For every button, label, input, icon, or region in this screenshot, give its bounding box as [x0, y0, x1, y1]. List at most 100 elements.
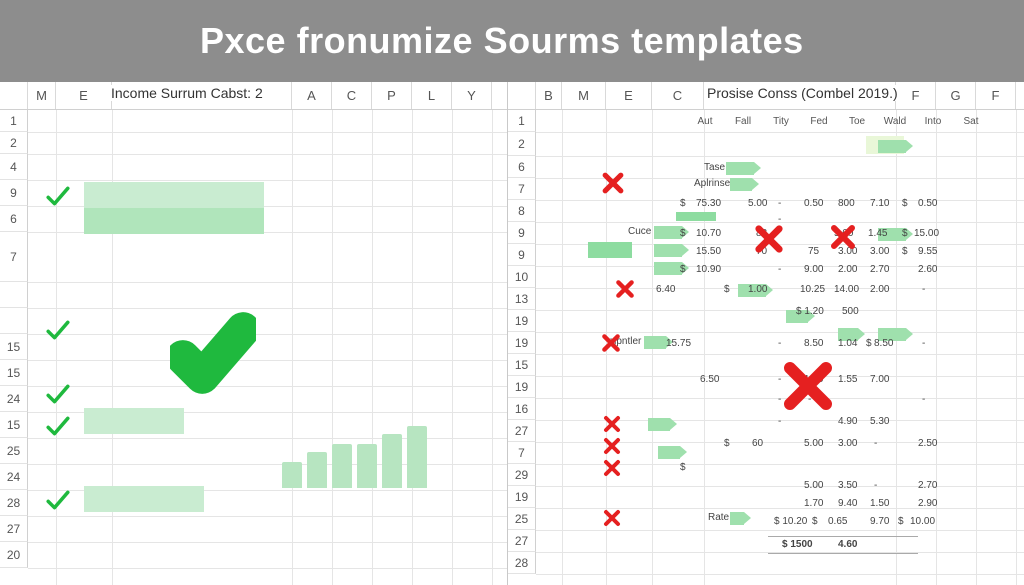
- cell-value[interactable]: 15.50: [696, 246, 721, 257]
- col-header-cell[interactable]: B: [536, 82, 562, 109]
- row-header-cell[interactable]: 27: [508, 530, 536, 552]
- cell-value[interactable]: 8.50: [874, 338, 893, 349]
- cell-value[interactable]: 4.90: [838, 416, 857, 427]
- row-header-cell[interactable]: 27: [508, 420, 536, 442]
- cell-value[interactable]: 2.70: [870, 264, 889, 275]
- cell-value[interactable]: 5.00: [804, 480, 823, 491]
- cell-label[interactable]: Rate: [708, 512, 729, 523]
- cell-label[interactable]: Aplrinse: [694, 178, 730, 189]
- highlighted-cell[interactable]: [84, 208, 264, 234]
- cell-value[interactable]: 1.70: [804, 498, 823, 509]
- row-header-cell[interactable]: 9: [508, 244, 536, 266]
- row-header-cell[interactable]: 19: [508, 310, 536, 332]
- cell-value[interactable]: 1.45: [868, 228, 887, 239]
- cell-value[interactable]: -: [778, 264, 781, 275]
- row-header-cell[interactable]: 6: [0, 206, 28, 232]
- cell-value[interactable]: $: [680, 462, 686, 473]
- col-header-cell[interactable]: F: [976, 82, 1016, 109]
- cell-value[interactable]: 5.00: [804, 438, 823, 449]
- cell-label[interactable]: Tase: [704, 162, 725, 173]
- row-header-cell[interactable]: 4: [0, 154, 28, 180]
- row-header-cell[interactable]: 7: [0, 232, 28, 282]
- right-spreadsheet[interactable]: BMECFGF Prosise Conss (Combel 2019.) 126…: [508, 82, 1024, 585]
- col-header-cell[interactable]: G: [936, 82, 976, 109]
- cell-value[interactable]: 1.55: [838, 374, 857, 385]
- cell-value[interactable]: 7.10: [870, 198, 889, 209]
- cell-value[interactable]: 800: [838, 198, 855, 209]
- row-header-cell[interactable]: 19: [508, 486, 536, 508]
- row-header-cell[interactable]: 25: [0, 438, 28, 464]
- row-header-cell[interactable]: 7: [508, 442, 536, 464]
- cell-value[interactable]: 10.90: [696, 264, 721, 275]
- cell-value[interactable]: 8.50: [804, 338, 823, 349]
- cell-value[interactable]: -: [922, 284, 925, 295]
- row-header-cell[interactable]: [0, 308, 28, 334]
- col-header-cell[interactable]: Y: [452, 82, 492, 109]
- row-header-cell[interactable]: 15: [0, 360, 28, 386]
- cell-value[interactable]: 10.00: [910, 516, 935, 527]
- cell-value[interactable]: -: [874, 438, 877, 449]
- cell-value[interactable]: -: [874, 480, 877, 491]
- cell-value[interactable]: $: [902, 198, 908, 209]
- total-value[interactable]: $ 1500: [782, 539, 813, 550]
- row-header-cell[interactable]: 25: [508, 508, 536, 530]
- cell-value[interactable]: 9.40: [838, 498, 857, 509]
- col-header-cell[interactable]: F: [896, 82, 936, 109]
- cell-value[interactable]: 2.00: [838, 264, 857, 275]
- cell-value[interactable]: 9.55: [918, 246, 937, 257]
- col-header-cell[interactable]: C: [332, 82, 372, 109]
- cell-value[interactable]: 1.04: [838, 338, 857, 349]
- row-header-cell[interactable]: 28: [0, 490, 28, 516]
- cell-value[interactable]: $: [680, 198, 686, 209]
- cell-value[interactable]: 15.00: [914, 228, 939, 239]
- highlighted-cell[interactable]: [84, 486, 204, 512]
- row-header-cell[interactable]: 15: [0, 334, 28, 360]
- cell-value[interactable]: 3.50: [838, 480, 857, 491]
- row-header-cell[interactable]: 15: [508, 354, 536, 376]
- row-header-cell[interactable]: 1: [0, 110, 28, 132]
- cell-value[interactable]: 2.70: [918, 480, 937, 491]
- cell-value[interactable]: 2.60: [918, 264, 937, 275]
- cell-value[interactable]: $: [680, 264, 686, 275]
- cell-value[interactable]: 10.25: [800, 284, 825, 295]
- cell-value[interactable]: 10.70: [696, 228, 721, 239]
- row-header-cell[interactable]: [0, 282, 28, 308]
- left-spreadsheet[interactable]: MEACPLY Income Surrum Cabst: 2 124967151…: [0, 82, 508, 585]
- row-header-cell[interactable]: 29: [508, 464, 536, 486]
- cell-value[interactable]: 2.50: [918, 438, 937, 449]
- row-header-cell[interactable]: 27: [0, 516, 28, 542]
- row-header-cell[interactable]: 7: [508, 178, 536, 200]
- row-header-cell[interactable]: 15: [0, 412, 28, 438]
- row-header-cell[interactable]: 9: [0, 180, 28, 206]
- row-header-cell[interactable]: 2: [0, 132, 28, 154]
- cell-value[interactable]: 5.30: [870, 416, 889, 427]
- cell-value[interactable]: 9.70: [870, 516, 889, 527]
- col-header-cell[interactable]: M: [562, 82, 606, 109]
- row-header-cell[interactable]: 20: [0, 542, 28, 568]
- col-header-cell[interactable]: E: [56, 82, 112, 109]
- cell-value[interactable]: 0.65: [828, 516, 847, 527]
- total-value[interactable]: 4.60: [838, 539, 857, 550]
- row-header-cell[interactable]: 13: [508, 288, 536, 310]
- col-header-cell[interactable]: E: [606, 82, 652, 109]
- cell-value[interactable]: $: [680, 228, 686, 239]
- row-header-cell[interactable]: 6: [508, 156, 536, 178]
- row-header-cell[interactable]: 9: [508, 222, 536, 244]
- cell-value[interactable]: -: [778, 338, 781, 349]
- cell-value[interactable]: 6.50: [700, 374, 719, 385]
- cell-value[interactable]: 75: [808, 246, 819, 257]
- row-header-cell[interactable]: 8: [508, 200, 536, 222]
- cell-value[interactable]: 3.00: [870, 246, 889, 257]
- row-header-cell[interactable]: 10: [508, 266, 536, 288]
- cell-value[interactable]: 14.00: [834, 284, 859, 295]
- cell-value[interactable]: 75.30: [696, 198, 721, 209]
- cell-value[interactable]: 6.40: [656, 284, 675, 295]
- cell-value[interactable]: 5.00: [748, 198, 767, 209]
- cell-value[interactable]: 0.50: [804, 198, 823, 209]
- cell-value[interactable]: $: [812, 516, 818, 527]
- row-header-cell[interactable]: 24: [0, 386, 28, 412]
- col-header-cell[interactable]: A: [292, 82, 332, 109]
- cell-value[interactable]: 7.00: [870, 374, 889, 385]
- col-header-cell[interactable]: M: [28, 82, 56, 109]
- cell-value[interactable]: $: [724, 438, 730, 449]
